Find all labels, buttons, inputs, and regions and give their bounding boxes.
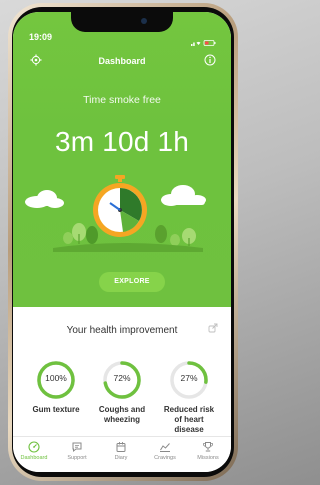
hero-panel: 19:09 Dashboard Time smoke free 3m 10d 1… (13, 12, 231, 307)
tab-diary[interactable]: Diary (102, 441, 140, 461)
smoke-free-label: Time smoke free (83, 94, 161, 106)
tab-label: Missions (197, 455, 219, 461)
tab-dashboard[interactable]: Dashboard (15, 441, 53, 461)
health-percent: 100% (45, 373, 67, 383)
share-icon[interactable] (208, 323, 218, 333)
cloud-right-icon (161, 185, 206, 206)
battery-icon (203, 40, 216, 46)
trees-right-icon (155, 225, 196, 246)
tab-label: Support (67, 455, 87, 461)
chart-icon (160, 443, 170, 452)
tab-cravings[interactable]: Cravings (146, 441, 184, 461)
status-time: 19:09 (29, 32, 53, 42)
health-item-coughs-wheezing[interactable]: 72% Coughs and wheezing (94, 360, 150, 425)
trees-left-icon (63, 223, 98, 244)
notch (71, 12, 173, 32)
tab-label: Cravings (154, 455, 176, 461)
trophy-icon (202, 442, 214, 452)
health-percent: 27% (180, 373, 198, 383)
health-label: Reduced risk of heart disease (163, 405, 215, 434)
page-title: Dashboard (98, 56, 146, 66)
tab-label: Dashboard (20, 455, 48, 461)
explore-button[interactable]: EXPLORE (99, 272, 165, 292)
smoke-free-timer: 3m 10d 1h (54, 126, 190, 157)
health-label: Gum texture (32, 405, 80, 414)
tab-bar: Dashboard Support Diary Cravings Mission… (13, 436, 231, 472)
health-section-title: Your health improvement (66, 325, 178, 336)
signal-icon (191, 42, 195, 46)
wifi-icon (196, 41, 201, 45)
camera-icon (141, 18, 147, 24)
health-label: Coughs and wheezing (98, 405, 146, 424)
ground-icon (53, 243, 203, 252)
info-icon[interactable] (204, 54, 216, 66)
cloud-left-icon (25, 190, 64, 208)
health-item-gum-texture[interactable]: 100% Gum texture (28, 360, 84, 415)
app-screen: 19:09 Dashboard Time smoke free 3m 10d 1… (13, 12, 231, 472)
gauge-icon (28, 441, 40, 453)
health-item-heart-disease[interactable]: 27% Reduced risk of heart disease (161, 360, 217, 435)
stopwatch-icon (93, 175, 147, 237)
health-percent: 72% (113, 373, 131, 383)
tab-missions[interactable]: Missions (189, 441, 227, 461)
chat-icon (72, 442, 82, 453)
status-icons (191, 33, 217, 51)
calendar-icon (116, 442, 126, 452)
tab-label: Diary (114, 455, 128, 461)
stopwatch-landscape-illustration (25, 175, 206, 252)
tab-support[interactable]: Support (58, 441, 96, 461)
